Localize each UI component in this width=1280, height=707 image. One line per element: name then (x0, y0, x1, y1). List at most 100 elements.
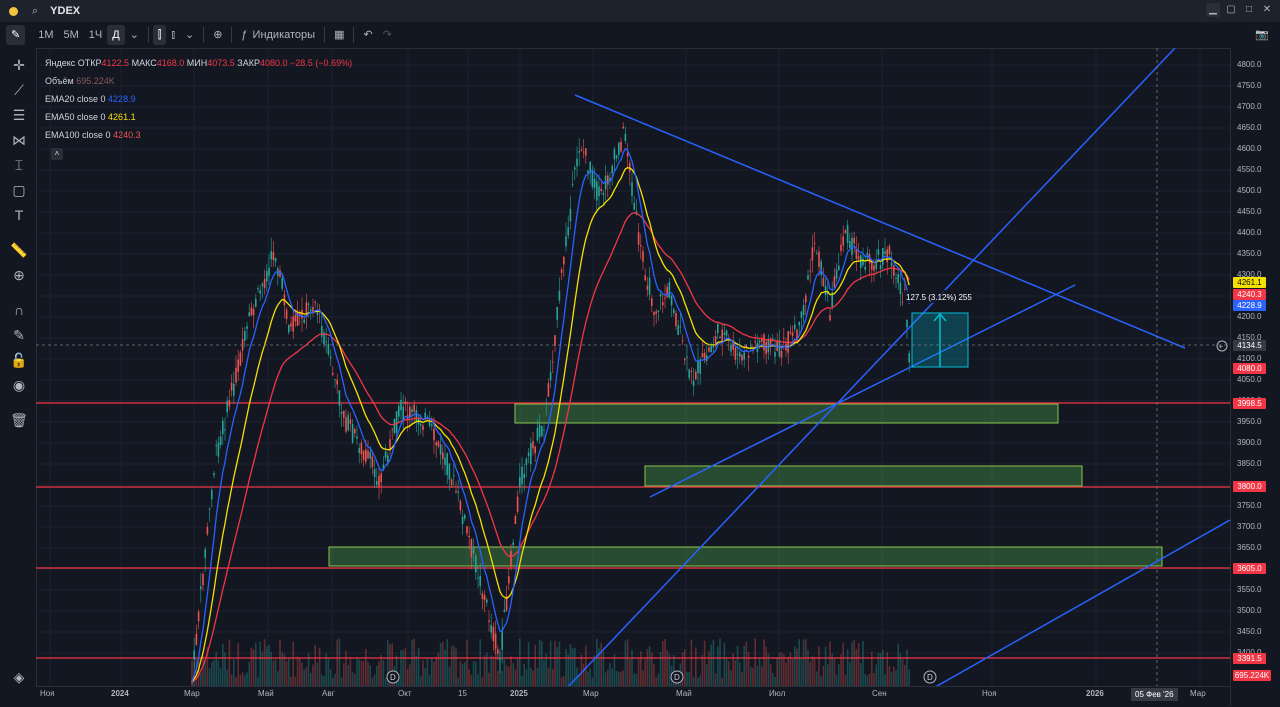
ema50-row[interactable]: EMA50 close 0 4261.1 (45, 108, 352, 126)
zone-3[interactable] (328, 546, 1163, 567)
eye-icon[interactable]: ◉ (10, 376, 28, 394)
time-label: Сен (872, 689, 887, 698)
level-price-tag: 3998.5 (1233, 398, 1266, 409)
indicators-button[interactable]: Индикаторы (253, 25, 321, 45)
redo-icon[interactable]: ↷ (378, 25, 397, 45)
undo-icon[interactable]: ↶ (358, 25, 377, 45)
close-icon[interactable]: ✕ (1260, 3, 1274, 17)
maximize-icon[interactable]: □ (1242, 3, 1256, 17)
price-tick-label: 3750.0 (1237, 501, 1262, 510)
lock-icon[interactable]: 🔓 (10, 351, 28, 369)
shapes-icon[interactable]: ▢ (10, 181, 28, 199)
measure-label: 127.5 (3.12%) 255 (906, 293, 972, 302)
ema50-price-tag: 4261.1 (1233, 277, 1266, 288)
indicators-icon[interactable]: ƒ (236, 25, 252, 45)
interval-1m[interactable]: 1М (33, 25, 58, 45)
ema50-line[interactable] (191, 167, 910, 683)
time-label: Окт (398, 689, 412, 698)
interval-day[interactable]: Д (107, 25, 125, 45)
divider (147, 27, 149, 43)
level-price-tag: 3800.0 (1233, 481, 1266, 492)
ema20-row[interactable]: EMA20 close 0 4228.9 (45, 90, 352, 108)
lock-drawings-icon[interactable]: ✎ (10, 326, 28, 344)
chart-type-bars-icon[interactable]: ⫾ (166, 25, 180, 45)
price-tick-label: 4450.0 (1237, 207, 1262, 216)
time-label: 2025 (510, 689, 528, 698)
chevron-down-icon[interactable]: ⌄ (125, 25, 144, 45)
chart-legend: Яндекс ОТКР4122.5 МАКС4168.0 МИН4073.5 З… (45, 54, 352, 162)
price-tick-label: 3550.0 (1237, 585, 1262, 594)
crosshair-price-tag: 4134.5 (1233, 340, 1266, 351)
crosshair-date-tag: 05 Фев '26 (1131, 688, 1178, 701)
price-tick-label: 3950.0 (1237, 417, 1262, 426)
layers-icon[interactable]: ◈ (10, 668, 28, 686)
text-icon[interactable]: T (10, 206, 28, 224)
svg-text:D: D (927, 673, 933, 682)
price-tick-label: 4500.0 (1237, 186, 1262, 195)
chart-toolbar: ✎ 1М 5М 1Ч Д ⌄ ⫿ ⫾ ⌄ ⊕ ƒ Индикаторы ▦ ↶ … (0, 22, 1280, 49)
magnet-icon[interactable]: ∩ (10, 301, 28, 319)
chart-type-candles-icon[interactable]: ⫿ (152, 25, 167, 45)
zone-1[interactable] (514, 403, 1059, 424)
trend-line-icon[interactable]: ⟋ (10, 81, 28, 99)
price-tick-label: 4400.0 (1237, 228, 1262, 237)
zone-2[interactable] (644, 465, 1083, 487)
interval-5m[interactable]: 5М (59, 25, 84, 45)
volume-bars (191, 638, 910, 686)
crosshair-icon[interactable]: ✛ (10, 56, 28, 74)
price-tick-label: 4100.0 (1237, 354, 1262, 363)
draw-pencil-icon[interactable]: ✎ (6, 25, 26, 45)
zoom-icon[interactable]: ⊕ (10, 266, 28, 284)
divider (231, 27, 233, 43)
time-label: Мар (1190, 689, 1206, 698)
layouts-icon[interactable]: ▦ (329, 25, 349, 45)
ema20-price-tag: 4228.9 (1233, 300, 1266, 311)
volume-tag: 695.224K (1233, 670, 1271, 681)
price-tick-label: 3450.0 (1237, 627, 1262, 636)
drawing-toolbar: ✛ ⟋ ☰ ⋈ ⌶ ▢ T 📏 ⊕ ∩ ✎ 🔓 ◉ 🗑 ◈ (0, 48, 37, 706)
time-label: 2026 (1086, 689, 1104, 698)
add-compare-icon[interactable]: ⊕ (208, 25, 227, 45)
time-axis[interactable] (36, 686, 1230, 707)
minimize-panel-icon[interactable]: ▁ (1206, 3, 1220, 17)
ema100-line[interactable] (191, 212, 910, 683)
camera-icon[interactable]: 📷 (1250, 25, 1274, 45)
price-tick-label: 3900.0 (1237, 438, 1262, 447)
price-tick-label: 3850.0 (1237, 459, 1262, 468)
time-label: 2024 (111, 689, 129, 698)
price-tick-label: 4650.0 (1237, 123, 1262, 132)
time-label: Май (676, 689, 692, 698)
chevron-down-icon[interactable]: ⌄ (180, 25, 199, 45)
horizontal-lines-icon[interactable]: ☰ (10, 106, 28, 124)
time-label: Авг (322, 689, 335, 698)
svg-text:+: + (1219, 342, 1224, 351)
measure-tool[interactable]: 127.5 (3.12%) 255 (903, 290, 977, 368)
time-label: Июл (769, 689, 786, 698)
collapse-legend-icon[interactable]: ˄ (51, 148, 63, 160)
time-label: Мар (184, 689, 200, 698)
price-tick-label: 4200.0 (1237, 312, 1262, 321)
search-icon[interactable]: ⌕ (32, 5, 38, 18)
restore-icon[interactable]: ▢ (1224, 3, 1238, 17)
interval-1h[interactable]: 1Ч (84, 25, 107, 45)
time-label: Мар (583, 689, 599, 698)
volume-row[interactable]: Объём 695.224K (45, 72, 352, 90)
price-tick-label: 4750.0 (1237, 81, 1262, 90)
level-price-tag: 3391.5 (1233, 653, 1266, 664)
status-dot-icon (9, 6, 18, 16)
ema100-row[interactable]: EMA100 close 0 4240.3 (45, 126, 352, 144)
price-tick-label: 3700.0 (1237, 522, 1262, 531)
price-tick-label: 4350.0 (1237, 249, 1262, 258)
time-label: Май (258, 689, 274, 698)
trash-icon[interactable]: 🗑 (10, 411, 28, 429)
price-tick-label: 4800.0 (1237, 60, 1262, 69)
pattern-icon[interactable]: ⋈ (10, 131, 28, 149)
trend-line-lower[interactable] (930, 519, 1230, 686)
price-tick-label: 4050.0 (1237, 375, 1262, 384)
ruler-icon[interactable]: 📏 (10, 241, 28, 259)
time-label: Ноя (982, 689, 997, 698)
projection-icon[interactable]: ⌶ (10, 156, 28, 174)
ohlc-row[interactable]: Яндекс ОТКР4122.5 МАКС4168.0 МИН4073.5 З… (45, 54, 352, 72)
ticker-title[interactable]: YDEX (50, 5, 80, 17)
price-tick-label: 4550.0 (1237, 165, 1262, 174)
